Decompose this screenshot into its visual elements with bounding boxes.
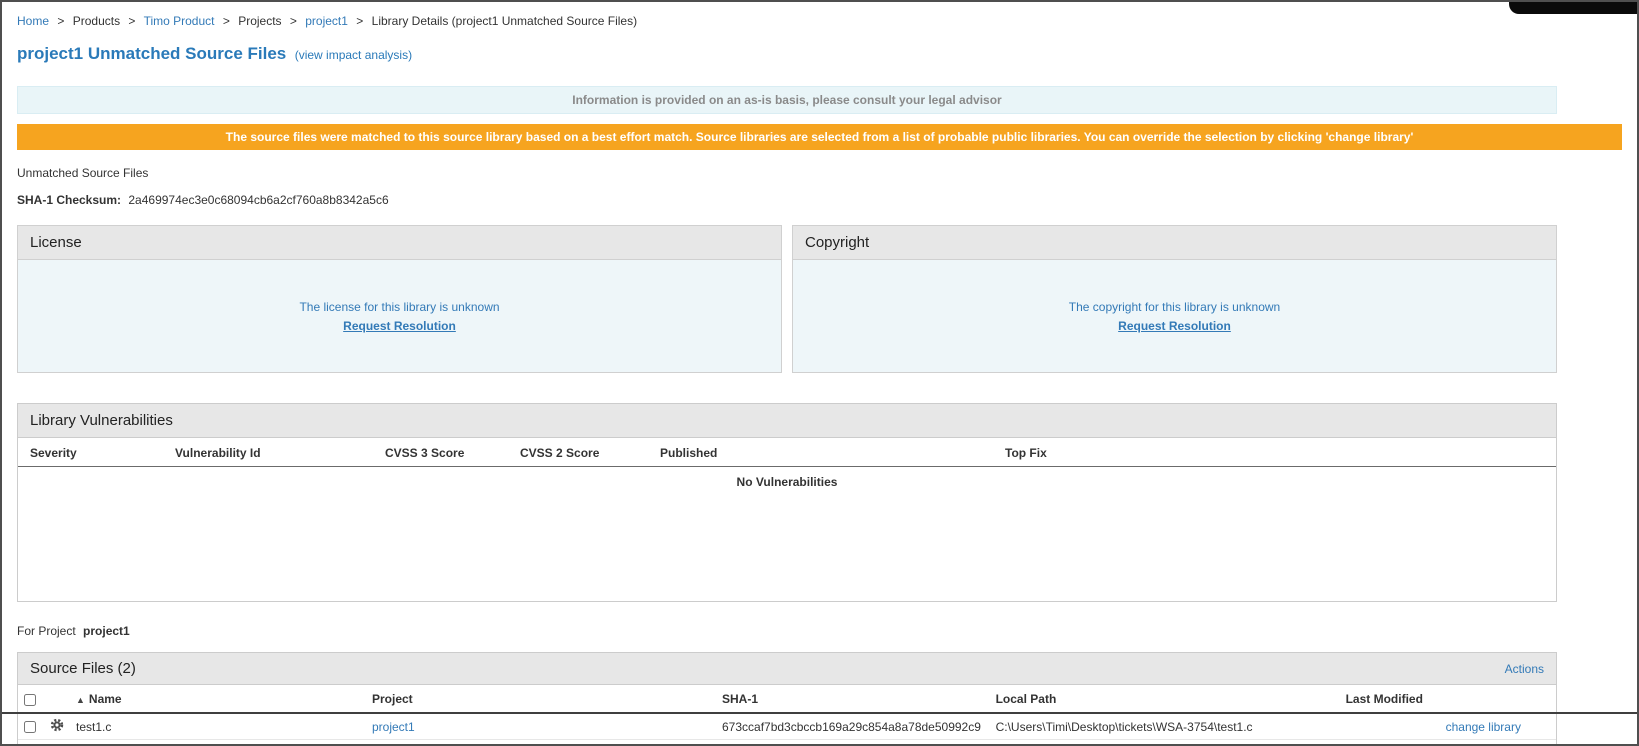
license-unknown-message: The license for this library is unknown (299, 300, 499, 314)
col-top-fix: Top Fix (993, 438, 1556, 467)
col-project-header[interactable]: Project (366, 685, 716, 714)
source-files-header: Source Files (2) Actions (18, 653, 1556, 685)
table-row: test2.c project1 eb528ce4d5d4e6ac36669a7… (18, 740, 1556, 746)
page-frame: Home > Products > Timo Product > Project… (0, 0, 1639, 746)
col-cvss2-score: CVSS 2 Score (508, 438, 648, 467)
sha1-checksum-line: SHA-1 Checksum: 2a469974ec3e0c68094cb6a2… (17, 193, 1622, 207)
breadcrumb-separator: > (290, 14, 297, 28)
copyright-panel: Copyright The copyright for this library… (792, 225, 1557, 373)
file-name: test1.c (70, 714, 366, 740)
col-severity: Severity (18, 438, 163, 467)
best-effort-match-warning-banner: The source files were matched to this so… (17, 124, 1622, 150)
vulnerabilities-table: Severity Vulnerability Id CVSS 3 Score C… (18, 438, 1556, 601)
row-checkbox[interactable] (24, 721, 36, 733)
col-local-path-header[interactable]: Local Path (990, 685, 1340, 714)
file-sha1: 673ccaf7bd3cbccb169a29c854a8a78de50992c9 (716, 714, 990, 740)
sha1-checksum-value: 2a469974ec3e0c68094cb6a2cf760a8b8342a5c6 (128, 193, 388, 207)
copyright-request-resolution-link[interactable]: Request Resolution (1118, 319, 1231, 333)
gear-column-header (44, 685, 70, 714)
file-sha1: eb528ce4d5d4e6ac36669a77a1bd00c7320f5552 (716, 740, 990, 746)
breadcrumb: Home > Products > Timo Product > Project… (2, 2, 1637, 28)
license-request-resolution-link[interactable]: Request Resolution (343, 319, 456, 333)
bottom-divider (2, 712, 1637, 714)
copyright-panel-body: The copyright for this library is unknow… (793, 260, 1556, 372)
breadcrumb-projects: Projects (238, 14, 281, 28)
file-last-modified (1340, 714, 1440, 740)
col-name-header[interactable]: Name (89, 692, 122, 706)
license-panel-title: License (18, 226, 781, 260)
for-project-name: project1 (83, 624, 130, 638)
copyright-unknown-message: The copyright for this library is unknow… (1069, 300, 1280, 314)
breadcrumb-separator: > (356, 14, 363, 28)
source-files-table: ▲ Name Project SHA-1 Local Path Last Modi… (18, 685, 1556, 746)
col-sha1-header[interactable]: SHA-1 (716, 685, 990, 714)
page-title: project1 Unmatched Source Files (17, 44, 286, 63)
title-row: project1 Unmatched Source Files (view im… (17, 44, 1622, 64)
col-published: Published (648, 438, 993, 467)
license-copyright-panels: License The license for this library is … (17, 225, 1557, 373)
file-name: test2.c (70, 740, 366, 746)
source-files-header-row: ▲ Name Project SHA-1 Local Path Last Modi… (18, 685, 1556, 714)
library-vulnerabilities-title: Library Vulnerabilities (18, 404, 1556, 438)
no-vulnerabilities-message: No Vulnerabilities (18, 467, 1556, 602)
actions-link[interactable]: Actions (1505, 662, 1544, 676)
select-all-checkbox[interactable] (24, 694, 36, 706)
col-vulnerability-id: Vulnerability Id (163, 438, 373, 467)
breadcrumb-product[interactable]: Timo Product (144, 14, 215, 28)
project-link[interactable]: project1 (372, 720, 415, 734)
vulnerabilities-header-row: Severity Vulnerability Id CVSS 3 Score C… (18, 438, 1556, 467)
for-project-prefix: For Project (17, 624, 76, 638)
copyright-panel-title: Copyright (793, 226, 1556, 260)
breadcrumb-home[interactable]: Home (17, 14, 49, 28)
file-last-modified (1340, 740, 1440, 746)
overlay-artifact (1509, 2, 1637, 14)
col-last-modified-header[interactable]: Last Modified (1340, 685, 1440, 714)
breadcrumb-separator: > (128, 14, 135, 28)
file-local-path: C:\Users\Timi\Desktop\tickets\WSA-3754\t… (990, 740, 1340, 746)
breadcrumb-separator: > (223, 14, 230, 28)
for-project-line: For Project project1 (17, 624, 1622, 638)
library-vulnerabilities-panel: Library Vulnerabilities Severity Vulnera… (17, 403, 1557, 602)
library-name: Unmatched Source Files (17, 166, 1622, 180)
col-cvss3-score: CVSS 3 Score (373, 438, 508, 467)
source-files-title: Source Files (2) (30, 660, 136, 677)
gear-icon[interactable] (50, 718, 64, 732)
file-local-path: C:\Users\Timi\Desktop\tickets\WSA-3754\t… (990, 714, 1340, 740)
breadcrumb-products: Products (73, 14, 120, 28)
breadcrumb-separator: > (57, 14, 64, 28)
sort-ascending-icon[interactable]: ▲ (76, 695, 85, 705)
license-panel: License The license for this library is … (17, 225, 782, 373)
breadcrumb-project[interactable]: project1 (305, 14, 348, 28)
source-files-panel: Source Files (2) Actions ▲ Name Project S… (17, 652, 1557, 746)
table-row: test1.c project1 673ccaf7bd3cbccb169a29c… (18, 714, 1556, 740)
change-library-link[interactable]: change library (1446, 720, 1521, 734)
col-action-header (1440, 685, 1556, 714)
vulnerabilities-empty-row: No Vulnerabilities (18, 467, 1556, 602)
view-impact-analysis-link[interactable]: (view impact analysis) (295, 48, 412, 62)
sha1-checksum-label: SHA-1 Checksum: (17, 193, 121, 207)
breadcrumb-current: Library Details (project1 Unmatched Sour… (372, 14, 637, 28)
license-panel-body: The license for this library is unknown … (18, 260, 781, 372)
legal-info-banner: Information is provided on an as-is basi… (17, 86, 1557, 114)
